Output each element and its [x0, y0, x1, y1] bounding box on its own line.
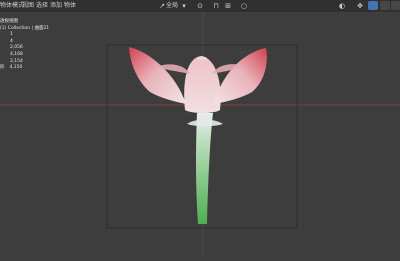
transform-orientation-select[interactable]: 全局 [166, 1, 178, 11]
chevron-down-icon: ▾ [182, 2, 186, 10]
menu-view[interactable]: 视图 [22, 1, 34, 11]
viewport-statistics-overlay: 透视视图 (1) Collection | 曲面21 1 4 2,056 4,1… [0, 19, 49, 72]
stat-value: 4,150 [9, 65, 23, 71]
pivot-point-icon[interactable]: ⊙ [196, 2, 204, 10]
mode-selector[interactable]: 物体模式 [0, 1, 24, 11]
stat-value: 2,154 [10, 58, 23, 64]
stat-row: 形 4,150 [0, 65, 49, 72]
menu-select[interactable]: 选择 [36, 1, 48, 11]
xray-button[interactable] [380, 1, 390, 10]
stat-value: 1 [10, 32, 13, 38]
viewport-canvas [0, 12, 400, 257]
snap-target-icon[interactable]: ⊞ [224, 2, 232, 10]
visibility-icon[interactable]: ◐ [338, 2, 346, 10]
view-name-label: 透视视图 [0, 19, 18, 24]
stat-value: 4,168 [10, 51, 23, 57]
stat-row: 4,168 [0, 52, 49, 59]
collection-label: (1) Collection | 曲面21 [0, 25, 50, 31]
stat-value: 2,056 [10, 45, 23, 51]
shading-solid-button[interactable] [391, 1, 400, 10]
proportional-edit-icon[interactable]: ○ [240, 2, 248, 10]
transform-orientation-icon: ↗ [159, 2, 165, 10]
stat-row: 4 [0, 39, 49, 46]
menu-add[interactable]: 添加 [50, 1, 62, 11]
overlays-button[interactable] [368, 1, 378, 10]
snap-icon[interactable]: ⊓ [212, 2, 220, 10]
gizmo-icon[interactable]: ✥ [356, 2, 364, 10]
menu-object[interactable]: 物体 [64, 1, 76, 11]
stat-label: 形 [0, 65, 5, 71]
stat-row: 2,154 [0, 59, 49, 66]
stat-row: 2,056 [0, 45, 49, 52]
3d-viewport[interactable]: 透视视图 (1) Collection | 曲面21 1 4 2,056 4,1… [0, 12, 400, 257]
stat-value: 4 [10, 38, 13, 44]
stat-row: 1 [0, 32, 49, 39]
